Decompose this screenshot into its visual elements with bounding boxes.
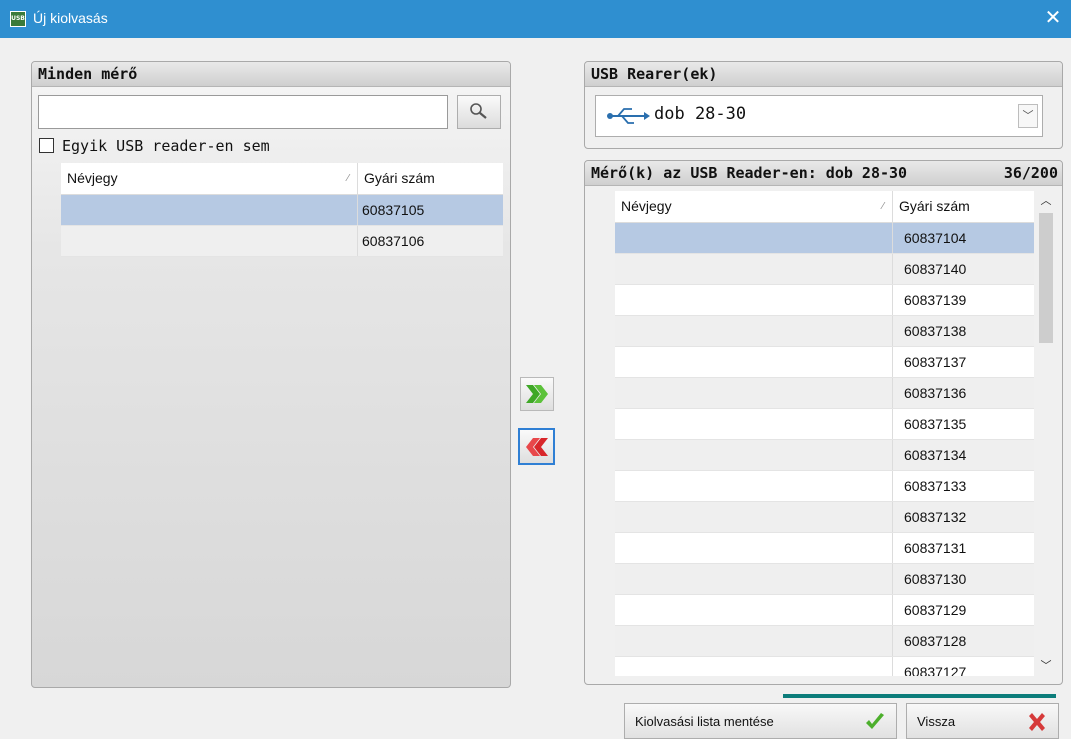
cell-nevjegy: [615, 533, 893, 563]
cell-gyari-szam: 60837128: [904, 633, 967, 649]
all-meters-header: Minden mérő: [32, 62, 510, 87]
table-row[interactable]: 60837104: [615, 223, 1034, 254]
add-to-reader-button[interactable]: [520, 377, 554, 411]
chevron-down-icon[interactable]: ﹀: [1018, 104, 1038, 128]
cell-nevjegy: [615, 471, 893, 501]
cell-gyari-szam: 60837137: [904, 354, 967, 370]
column-header-gyari-szam[interactable]: Gyári szám: [893, 191, 1034, 222]
table-row[interactable]: 60837139: [615, 285, 1034, 316]
all-meters-table: Névjegy ⁄ Gyári szám 60837105 60837106: [61, 163, 503, 257]
table-header: Névjegy ⁄ Gyári szám: [615, 191, 1034, 223]
usb-icon: [607, 108, 650, 124]
window-title: Új kiolvasás: [33, 10, 108, 26]
search-input[interactable]: [38, 95, 448, 129]
no-usb-reader-label: Egyik USB reader-en sem: [62, 137, 270, 155]
table-row[interactable]: 60837135: [615, 409, 1034, 440]
usb-reader-select[interactable]: dob 28-30 ﹀: [595, 95, 1043, 137]
cell-gyari-szam: 60837138: [904, 323, 967, 339]
usb-reader-panel: USB Rearer(ek) dob 28-30 ﹀: [584, 61, 1063, 149]
cell-gyari-szam: 60837140: [904, 261, 967, 277]
cell-gyari-szam: 60837134: [904, 447, 967, 463]
cell-gyari-szam: 60837104: [904, 230, 967, 246]
table-row[interactable]: 60837130: [615, 564, 1034, 595]
double-chevron-left-icon: [526, 438, 548, 456]
no-usb-reader-checkbox[interactable]: [39, 137, 54, 153]
usb-reader-meters-header: Mérő(k) az USB Reader-en: dob 28-30 36/2…: [585, 161, 1062, 186]
table-row[interactable]: 60837136: [615, 378, 1034, 409]
cell-gyari-szam: 60837106: [362, 233, 425, 249]
usb-reader-header: USB Rearer(ek): [585, 62, 1062, 87]
red-x-icon: [1029, 713, 1045, 731]
cell-gyari-szam: 60837136: [904, 385, 967, 401]
scroll-up-icon[interactable]: ︿: [1036, 191, 1056, 211]
table-row[interactable]: 60837106: [61, 226, 503, 257]
cell-nevjegy: [615, 657, 893, 676]
progress-bar: [783, 694, 1056, 698]
cell-nevjegy: [61, 195, 358, 225]
cell-nevjegy: [615, 595, 893, 625]
table-header: Névjegy ⁄ Gyári szám: [61, 163, 503, 195]
cell-nevjegy: [615, 440, 893, 470]
table-row[interactable]: 60837140: [615, 254, 1034, 285]
sort-icon: ⁄: [347, 173, 349, 184]
cell-nevjegy: [615, 254, 893, 284]
cell-gyari-szam: 60837129: [904, 602, 967, 618]
table-row[interactable]: 60837134: [615, 440, 1034, 471]
cell-nevjegy: [615, 409, 893, 439]
table-row[interactable]: 60837133: [615, 471, 1034, 502]
usb-reader-meters-table: Névjegy ⁄ Gyári szám 60837104 60837140 6083…: [615, 191, 1034, 676]
back-label: Vissza: [917, 714, 956, 729]
cell-gyari-szam: 60837133: [904, 478, 967, 494]
cell-gyari-szam: 60837127: [904, 664, 967, 676]
checkmark-icon: [866, 713, 884, 729]
usb-reader-meters-title: Mérő(k) az USB Reader-en: dob 28-30: [591, 164, 908, 182]
remove-from-reader-button[interactable]: [518, 428, 555, 465]
column-header-gyari-szam[interactable]: Gyári szám: [358, 163, 503, 194]
selected-reader-value: dob 28-30: [654, 104, 747, 124]
cell-gyari-szam: 60837131: [904, 540, 967, 556]
cell-gyari-szam: 60837139: [904, 292, 967, 308]
title-bar: USB Új kiolvasás ✕: [0, 0, 1071, 38]
cell-gyari-szam: 60837130: [904, 571, 967, 587]
column-header-nevjegy[interactable]: Névjegy ⁄: [615, 191, 893, 222]
save-reading-list-button[interactable]: Kiolvasási lista mentése: [624, 703, 897, 739]
search-icon: [470, 103, 487, 119]
table-row[interactable]: 60837137: [615, 347, 1034, 378]
usb-app-icon: USB: [10, 11, 26, 27]
cell-nevjegy: [61, 226, 358, 256]
cell-nevjegy: [615, 564, 893, 594]
save-reading-list-label: Kiolvasási lista mentése: [635, 714, 774, 729]
cell-nevjegy: [615, 285, 893, 315]
vertical-scrollbar[interactable]: ︿ ﹀: [1036, 191, 1056, 676]
scrollbar-thumb[interactable]: [1039, 213, 1053, 343]
meter-count-badge: 36/200: [1003, 164, 1058, 182]
table-row[interactable]: 60837138: [615, 316, 1034, 347]
table-row[interactable]: 60837131: [615, 533, 1034, 564]
search-button[interactable]: [457, 95, 501, 129]
all-meters-panel: Minden mérő Egyik USB reader-en sem Névj…: [31, 61, 511, 688]
sort-icon: ⁄: [882, 201, 884, 212]
cell-nevjegy: [615, 316, 893, 346]
table-row[interactable]: 60837128: [615, 626, 1034, 657]
double-chevron-right-icon: [526, 385, 548, 403]
cell-nevjegy: [615, 626, 893, 656]
table-row[interactable]: 60837105: [61, 195, 503, 226]
cell-nevjegy: [615, 378, 893, 408]
cell-gyari-szam: 60837105: [362, 202, 425, 218]
no-usb-reader-checkbox-row[interactable]: Egyik USB reader-en sem: [39, 137, 270, 157]
table-row[interactable]: 60837132: [615, 502, 1034, 533]
cell-nevjegy: [615, 347, 893, 377]
column-header-nevjegy[interactable]: Névjegy ⁄: [61, 163, 358, 194]
scroll-down-icon[interactable]: ﹀: [1036, 656, 1056, 676]
usb-reader-meters-panel: Mérő(k) az USB Reader-en: dob 28-30 36/2…: [584, 160, 1063, 685]
table-row[interactable]: 60837127: [615, 657, 1034, 676]
cell-gyari-szam: 60837132: [904, 509, 967, 525]
cell-nevjegy: [615, 223, 893, 253]
close-icon[interactable]: ✕: [1041, 5, 1065, 31]
cell-gyari-szam: 60837135: [904, 416, 967, 432]
cell-nevjegy: [615, 502, 893, 532]
table-row[interactable]: 60837129: [615, 595, 1034, 626]
back-button[interactable]: Vissza: [906, 703, 1059, 739]
